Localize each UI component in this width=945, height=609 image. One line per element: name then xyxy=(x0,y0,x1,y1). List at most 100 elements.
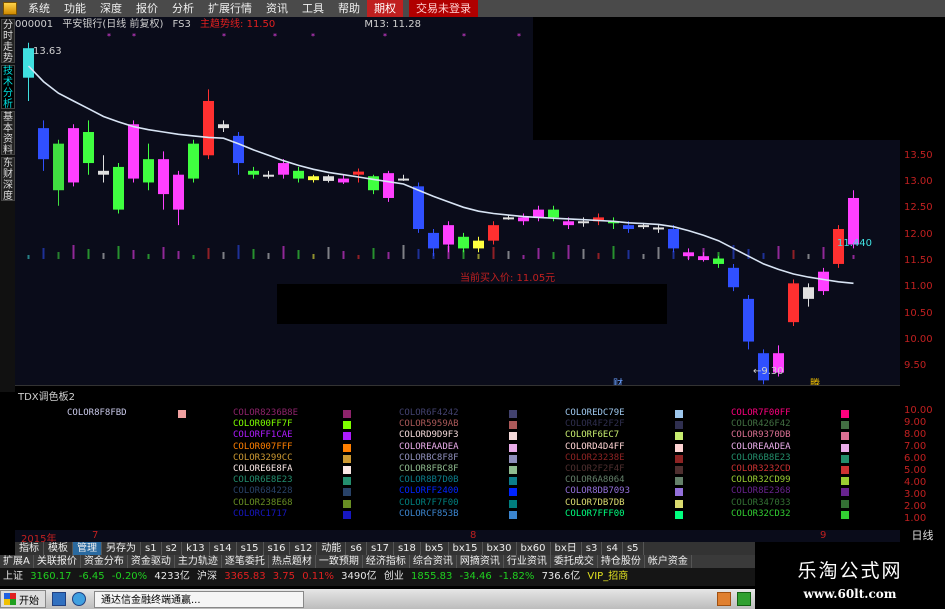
menu-item-help[interactable]: 帮助 xyxy=(331,0,367,17)
tab-fundamentals[interactable]: 基本资料 xyxy=(1,111,15,156)
tool-tab[interactable]: k13 xyxy=(182,542,210,555)
tool-tab[interactable]: s12 xyxy=(290,542,318,555)
taskbar-window-tdx[interactable]: 通达信金融终端通赢... xyxy=(94,590,304,608)
info-tab[interactable]: 扩展A xyxy=(0,555,34,568)
tool-tab[interactable]: bx日 xyxy=(551,542,582,555)
vip-account[interactable]: VIP_招商 xyxy=(587,571,628,582)
candle-body xyxy=(203,100,214,156)
candle-body xyxy=(473,240,484,249)
indicator-tick: 1.00 xyxy=(904,513,927,524)
menu-item-extended-market[interactable]: 扩展行情 xyxy=(201,0,259,17)
info-tab[interactable]: 主力轨迹 xyxy=(175,555,222,568)
tool-tab[interactable]: bx15 xyxy=(449,542,483,555)
tool-tab[interactable]: bx30 xyxy=(483,542,517,555)
tool-tab[interactable]: bx5 xyxy=(421,542,449,555)
info-tab[interactable]: 综合资讯 xyxy=(410,555,457,568)
tool-tab[interactable]: s3 xyxy=(582,542,603,555)
tool-tab[interactable]: bx60 xyxy=(517,542,551,555)
candle-body xyxy=(338,178,349,183)
palette-color-swatch xyxy=(841,454,849,463)
info-tab[interactable]: 行业资讯 xyxy=(504,555,551,568)
tool-tab[interactable]: s4 xyxy=(602,542,623,555)
info-tab[interactable]: 经济指标 xyxy=(363,555,410,568)
period-label[interactable]: 日线 xyxy=(900,527,945,542)
tool-tab[interactable]: s15 xyxy=(237,542,264,555)
info-tab[interactable]: 持仓股份 xyxy=(598,555,645,568)
sh-index-label[interactable]: 上证 xyxy=(3,571,23,582)
volume-bar xyxy=(642,254,645,259)
tool-tab[interactable]: s5 xyxy=(623,542,644,555)
candle-body xyxy=(683,252,694,257)
tab-intraday[interactable]: 分时走势 xyxy=(1,19,15,64)
tool-tab[interactable]: 指标 xyxy=(15,542,44,555)
menu-item-function[interactable]: 功能 xyxy=(57,0,93,17)
info-tab-bar: 扩展A 关联报价 资金分布 资金驱动 主力轨迹 逐笔委托 热点题材 一致预期 经济指标 综合资讯网… xyxy=(0,555,755,568)
trade-login-button[interactable]: 交易未登录 xyxy=(409,0,478,17)
tab-technical-analysis[interactable]: 技术分析 xyxy=(1,65,15,110)
palette-color-label: COLOR2F2F4F xyxy=(565,464,625,474)
palette-color-swatch xyxy=(675,510,683,519)
price-tick: 10.50 xyxy=(904,308,933,319)
network-icon[interactable] xyxy=(737,592,751,606)
menu-item-quote[interactable]: 报价 xyxy=(129,0,165,17)
info-tab[interactable]: 网摘资讯 xyxy=(457,555,504,568)
volume-bar xyxy=(792,250,795,259)
sz-index-label[interactable]: 沪深 xyxy=(197,571,217,582)
indicator-panel[interactable]: TDX调色板2 COLOR8F8FBD COLOR8236B8E COLOR00F… xyxy=(15,385,900,530)
tool-tab[interactable]: 管理 xyxy=(73,542,102,555)
tool-tab[interactable]: s2 xyxy=(162,542,183,555)
info-tab[interactable]: 逐笔委托 xyxy=(222,555,269,568)
candle-body xyxy=(68,128,79,183)
volume-bar xyxy=(747,249,750,259)
palette-color-label: COLOR8E2368 xyxy=(731,486,791,497)
info-tab[interactable]: 资金驱动 xyxy=(128,555,175,568)
info-tab[interactable]: 资金分布 xyxy=(81,555,128,568)
palette-color-swatch xyxy=(675,488,683,497)
tool-tab[interactable]: s6 xyxy=(346,542,367,555)
info-tab[interactable]: 关联报价 xyxy=(34,555,81,568)
sz-index-value: 3365.83 xyxy=(224,571,266,582)
info-tab[interactable]: 委托成交 xyxy=(551,555,598,568)
palette-color-label: COLOR7FFF00 xyxy=(565,508,625,519)
palette-color-swatch xyxy=(509,499,517,508)
menu-item-news[interactable]: 资讯 xyxy=(259,0,295,17)
month-label: 8 xyxy=(470,530,477,541)
tool-tab[interactable]: s17 xyxy=(367,542,394,555)
menu-item-system[interactable]: 系统 xyxy=(21,0,57,17)
info-tab[interactable]: 一致预期 xyxy=(316,555,363,568)
menu-item-tools[interactable]: 工具 xyxy=(295,0,331,17)
tool-tab[interactable]: s16 xyxy=(264,542,291,555)
tool-tab[interactable]: 另存为 xyxy=(102,542,141,555)
tool-tab[interactable]: s14 xyxy=(210,542,237,555)
desktop-icon[interactable] xyxy=(52,592,66,606)
tab-eastmoney-depth[interactable]: 东财深度 xyxy=(1,157,15,202)
palette-color-label: COLORFF2400 xyxy=(399,486,459,497)
sz-amount: 3490亿 xyxy=(341,571,377,582)
indicator-axis: 10.00 9.00 8.00 7.00 6.00 5.00 4.00 3.00… xyxy=(900,385,945,530)
info-tab[interactable]: 热点题材 xyxy=(269,555,316,568)
start-button[interactable]: 开始 xyxy=(0,590,46,608)
menu-item-depth[interactable]: 深度 xyxy=(93,0,129,17)
tool-tab[interactable]: s1 xyxy=(141,542,162,555)
menu-item-analysis[interactable]: 分析 xyxy=(165,0,201,17)
indicator-title: TDX调色板2 xyxy=(18,392,76,403)
tool-tab[interactable]: 模板 xyxy=(44,542,73,555)
palette-color-swatch xyxy=(841,477,849,486)
candle-body xyxy=(128,124,139,179)
candle-body xyxy=(113,166,124,210)
palette-color-label: COLOR684228 xyxy=(233,486,293,497)
browser-icon[interactable] xyxy=(72,592,86,606)
tool-tab[interactable]: 动能 xyxy=(317,542,347,555)
palette-color-label: COLORD9D9F3 xyxy=(399,430,459,441)
signal-marker: * xyxy=(222,32,226,41)
candle-body xyxy=(488,225,499,241)
candle-body xyxy=(83,132,94,164)
tray-app-icon[interactable] xyxy=(717,592,731,606)
info-tab[interactable]: 帐户资金 xyxy=(645,555,692,568)
signal-marker: * xyxy=(132,32,136,41)
volume-bar xyxy=(777,246,780,259)
palette-color-swatch xyxy=(675,421,683,430)
tool-tab[interactable]: s18 xyxy=(394,542,421,555)
menu-item-options[interactable]: 期权 xyxy=(367,0,403,17)
cy-index-label[interactable]: 创业 xyxy=(384,571,404,582)
